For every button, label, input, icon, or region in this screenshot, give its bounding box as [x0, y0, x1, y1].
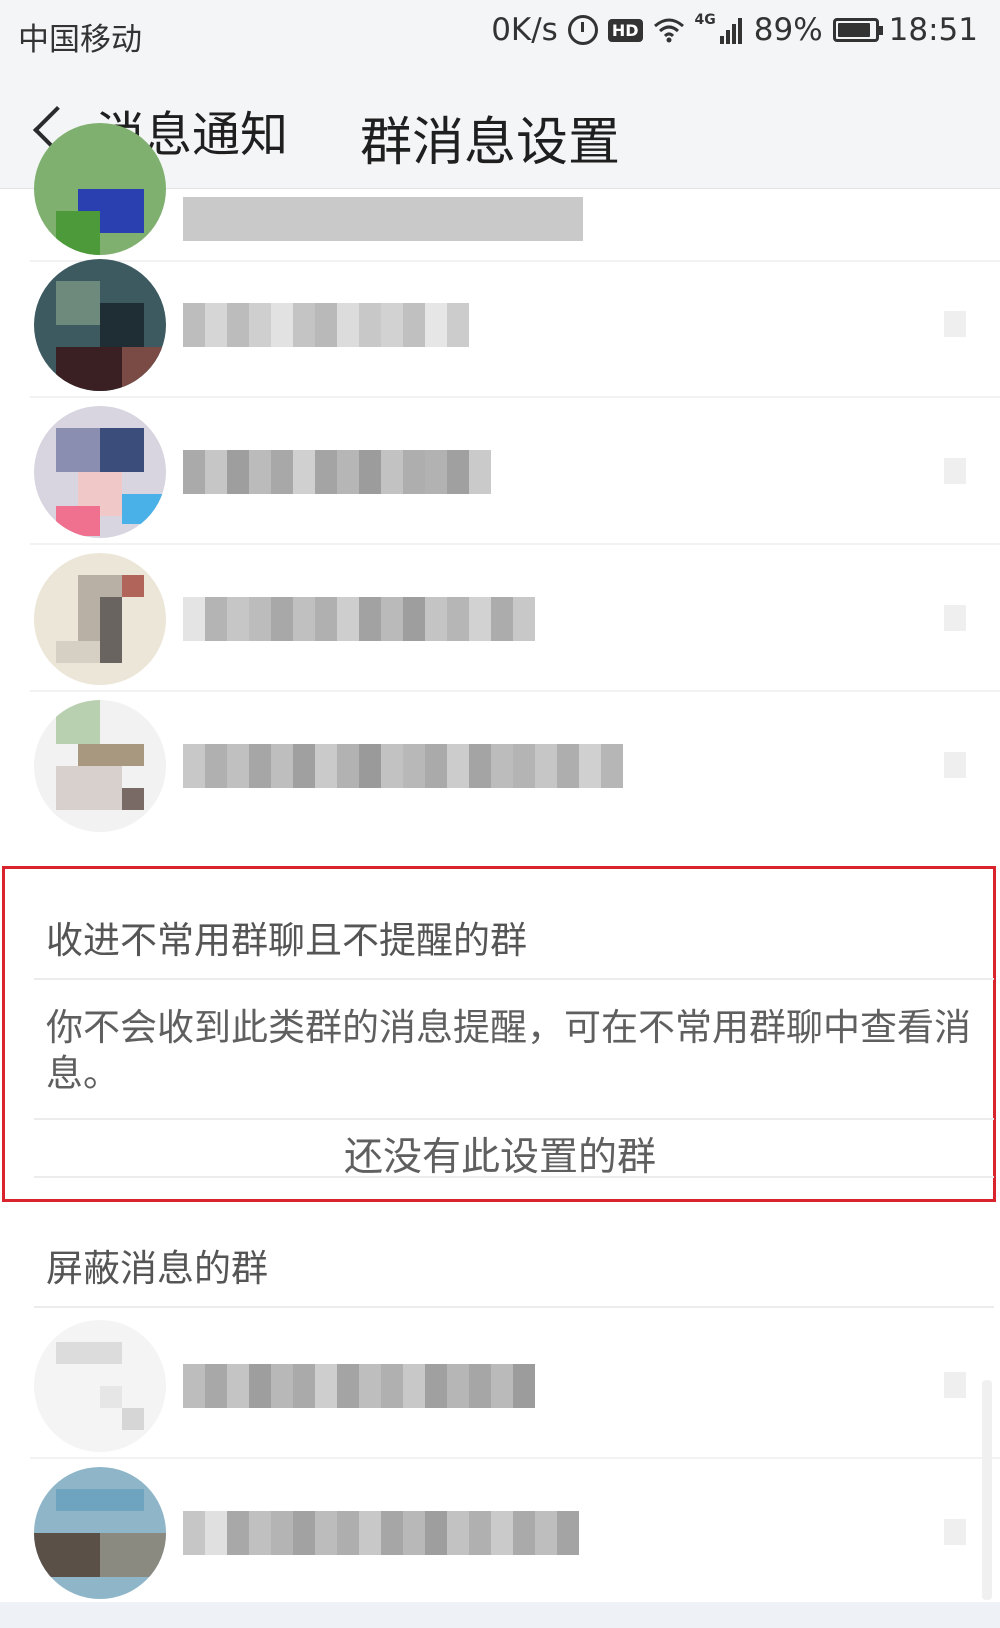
- battery-percent: 89%: [753, 12, 823, 48]
- section-description: 你不会收到此类群的消息提醒，可在不常用群聊中查看消息。: [46, 1006, 971, 1095]
- group-name-obscured: [183, 1364, 535, 1408]
- chevron-right-icon: [944, 458, 966, 484]
- alarm-icon: [567, 15, 598, 45]
- status-bar: 中国移动 0K/s HD 4G 89% 18:51: [0, 0, 1000, 70]
- status-icons: 0K/s HD 4G 89% 18:51: [481, 12, 978, 48]
- group-avatar: [34, 1467, 166, 1599]
- chevron-right-icon: [944, 311, 966, 337]
- divider: [34, 1118, 994, 1120]
- chevron-right-icon: [944, 1519, 966, 1545]
- group-avatar: [34, 123, 166, 255]
- network-speed: 0K/s: [491, 12, 558, 48]
- signal-icon: [719, 16, 744, 44]
- bottom-strip: [0, 1602, 1000, 1628]
- section-header-unused-groups: 收进不常用群聊且不提醒的群: [46, 919, 527, 962]
- group-row[interactable]: [0, 251, 1000, 398]
- chevron-right-icon: [944, 605, 966, 631]
- battery-fill: [837, 23, 870, 37]
- clock: 18:51: [888, 12, 978, 48]
- group-name-obscured: [183, 1511, 579, 1555]
- group-row[interactable]: [0, 692, 1000, 839]
- group-row[interactable]: [0, 1459, 1000, 1606]
- battery-icon: [832, 18, 883, 42]
- group-avatar: [34, 553, 166, 685]
- scrollbar[interactable]: [982, 1380, 992, 1600]
- group-avatar: [34, 1320, 166, 1452]
- divider: [34, 978, 994, 980]
- empty-note: 还没有此设置的群: [343, 1135, 656, 1180]
- network-type-label: 4G: [694, 12, 716, 28]
- group-row[interactable]: [0, 1312, 1000, 1459]
- group-name-obscured: [183, 744, 623, 788]
- wifi-icon: [653, 18, 684, 43]
- screen: 中国移动 0K/s HD 4G 89% 18:51 消息通知 群消息设置 收进不…: [0, 0, 1000, 1628]
- group-avatar: [34, 700, 166, 832]
- chevron-right-icon: [944, 752, 966, 778]
- group-avatar: [34, 259, 166, 391]
- section-header-muted-groups: 屏蔽消息的群: [46, 1247, 268, 1290]
- chevron-right-icon: [944, 1372, 966, 1398]
- divider: [34, 1306, 994, 1308]
- group-name-obscured: [183, 597, 535, 641]
- group-row[interactable]: [0, 398, 1000, 545]
- group-name-obscured: [183, 450, 491, 494]
- group-avatar: [34, 406, 166, 538]
- group-name-obscured: [183, 303, 469, 347]
- group-row[interactable]: [0, 545, 1000, 692]
- hd-icon: HD: [607, 18, 643, 42]
- group-row[interactable]: [0, 115, 1000, 262]
- group-name-obscured: [183, 197, 583, 241]
- divider: [34, 1176, 994, 1178]
- carrier-label: 中国移动: [18, 22, 142, 58]
